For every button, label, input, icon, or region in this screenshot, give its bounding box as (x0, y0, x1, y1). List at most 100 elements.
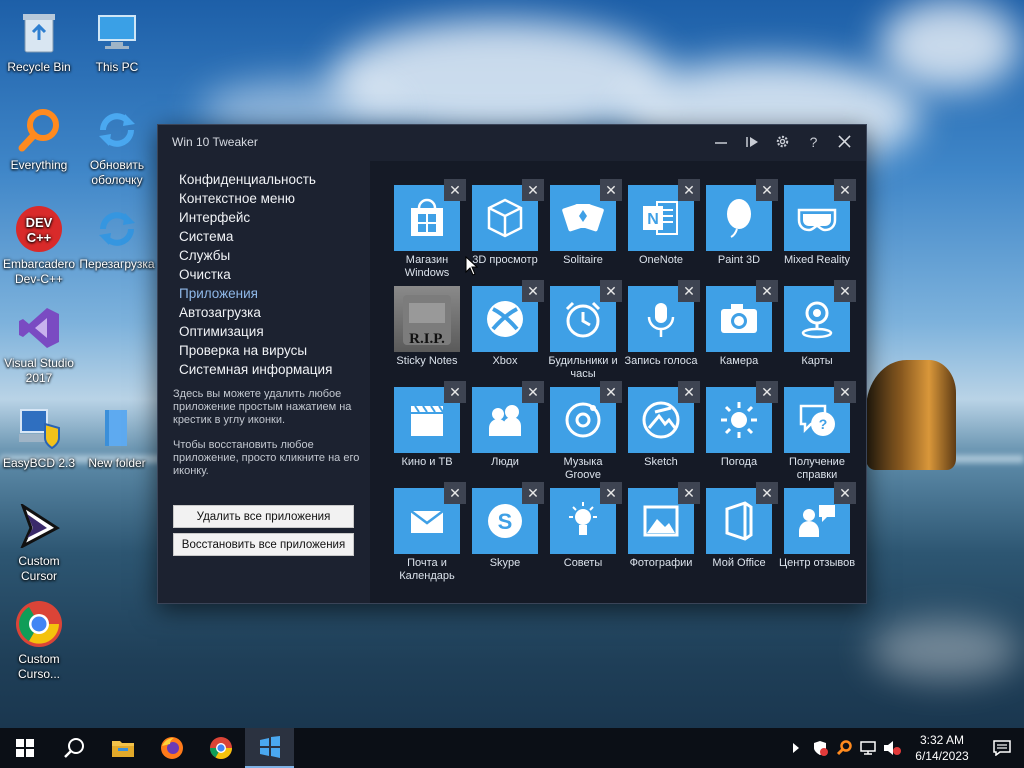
app-tile[interactable]: ✕ Solitaire (550, 179, 622, 267)
app-tile[interactable]: ✕ Центр отзывов (779, 482, 856, 570)
taskbar-file-explorer[interactable] (98, 728, 147, 768)
app-tile[interactable]: ✕ Музыка Groove (550, 381, 622, 482)
desktop-icon-chrome-custom-cursor[interactable]: Custom Curso... (0, 600, 78, 682)
win10-tweaker-window: Win 10 Tweaker ? Конфиденциальность Конт… (157, 124, 867, 604)
remove-app-button[interactable]: ✕ (834, 482, 856, 504)
sidebar-item-startup[interactable]: Автозагрузка (179, 303, 370, 322)
app-tile[interactable]: ✕ Фотографии (628, 482, 700, 570)
remove-app-button[interactable]: ✕ (600, 381, 622, 403)
desktop-icon-easybcd[interactable]: EasyBCD 2.3 (0, 404, 78, 471)
app-tile[interactable]: ? ✕ Получение справки (784, 381, 856, 482)
remove-app-button[interactable]: ✕ (678, 179, 700, 201)
app-tile[interactable]: ✕ Карты (784, 280, 856, 368)
desktop-icon-custom-cursor[interactable]: Custom Cursor (0, 502, 78, 584)
remove-app-button[interactable]: ✕ (834, 280, 856, 302)
start-button[interactable] (0, 728, 49, 768)
tray-volume-icon[interactable] (880, 728, 904, 768)
desktop-icon-this-pc[interactable]: This PC (78, 8, 156, 75)
action-center-button[interactable] (980, 728, 1024, 768)
app-tile[interactable]: ✕ Люди (472, 381, 544, 469)
desktop-icon-refresh-shell[interactable]: Обновить оболочку (78, 106, 156, 188)
app-tile[interactable]: ✕ Камера (706, 280, 778, 368)
mixed-reality-icon (797, 208, 837, 232)
app-tile[interactable]: ✕ Paint 3D (706, 179, 778, 267)
sidebar-item-privacy[interactable]: Конфиденциальность (179, 170, 370, 189)
sidebar-item-interface[interactable]: Интерфейс (179, 208, 370, 227)
remove-app-button[interactable]: ✕ (444, 482, 466, 504)
chrome-icon (209, 737, 232, 759)
app-tile[interactable]: ✕ Запись голоса (624, 280, 700, 368)
remove-app-button[interactable]: ✕ (522, 482, 544, 504)
sidebar-item-system-info[interactable]: Системная информация (179, 360, 370, 379)
app-tile[interactable]: ✕ Погода (706, 381, 778, 469)
sidebar-item-context-menu[interactable]: Контекстное меню (179, 189, 370, 208)
tray-everything-icon[interactable] (832, 728, 856, 768)
desktop-icon-devcpp[interactable]: DEV C++ Embarcadero Dev-C++ (0, 205, 78, 287)
app-tile[interactable]: ✕ Почта и Календарь (394, 482, 466, 583)
desktop-icon-visual-studio[interactable]: Visual Studio 2017 (0, 304, 78, 386)
remove-app-button[interactable]: ✕ (756, 179, 778, 201)
app-tile-removed[interactable]: R.I.P. Sticky Notes (394, 286, 460, 368)
remove-app-button[interactable]: ✕ (756, 280, 778, 302)
app-tile-face[interactable]: R.I.P. (394, 286, 460, 352)
svg-text:?: ? (819, 416, 828, 432)
remove-app-button[interactable]: ✕ (834, 179, 856, 201)
photos-icon (643, 505, 679, 537)
remove-all-apps-button[interactable]: Удалить все приложения (173, 505, 354, 528)
app-tile[interactable]: ✕ Xbox (472, 280, 544, 368)
sidebar-item-virus-scan[interactable]: Проверка на вирусы (179, 341, 370, 360)
easybcd-icon (15, 404, 63, 452)
show-hidden-icons-button[interactable] (784, 728, 808, 768)
app-tile[interactable]: ✕ Мой Office (706, 482, 778, 570)
sidebar-item-system[interactable]: Система (179, 227, 370, 246)
tray-network-icon[interactable] (856, 728, 880, 768)
mouse-pointer-icon (465, 256, 479, 276)
app-tile[interactable]: ✕ Кино и ТВ (394, 381, 466, 469)
app-tile[interactable]: S ✕ Skype (472, 482, 544, 570)
remove-app-button[interactable]: ✕ (678, 280, 700, 302)
remove-app-button[interactable]: ✕ (600, 280, 622, 302)
sidebar-item-services[interactable]: Службы (179, 246, 370, 265)
taskbar-search-button[interactable] (49, 728, 98, 768)
remove-app-button[interactable]: ✕ (834, 381, 856, 403)
help-button[interactable]: ? (798, 125, 829, 158)
app-tile[interactable]: ✕ Mixed Reality (784, 179, 856, 267)
sidebar-item-cleanup[interactable]: Очистка (179, 265, 370, 284)
sidebar-item-optimization[interactable]: Оптимизация (179, 322, 370, 341)
remove-app-button[interactable]: ✕ (522, 381, 544, 403)
app-tile[interactable]: ✕ 3D просмотр (472, 179, 544, 267)
remove-app-button[interactable]: ✕ (522, 179, 544, 201)
desktop-icon-everything[interactable]: Everything (0, 106, 78, 173)
about-button[interactable] (736, 125, 767, 158)
remove-app-button[interactable]: ✕ (756, 482, 778, 504)
taskbar-win10-tweaker[interactable] (245, 728, 294, 768)
remove-app-button[interactable]: ✕ (522, 280, 544, 302)
restore-all-apps-button[interactable]: Восстановить все приложения (173, 533, 354, 556)
sidebar-item-apps[interactable]: Приложения (179, 284, 370, 303)
remove-app-button[interactable]: ✕ (756, 381, 778, 403)
office-icon (725, 501, 753, 541)
close-button[interactable] (829, 125, 860, 158)
app-tile[interactable]: N ✕ OneNote (628, 179, 700, 267)
remove-app-button[interactable]: ✕ (600, 179, 622, 201)
remove-app-button[interactable]: ✕ (444, 179, 466, 201)
taskbar-chrome[interactable] (196, 728, 245, 768)
remove-app-button[interactable]: ✕ (600, 482, 622, 504)
remove-app-button[interactable]: ✕ (444, 381, 466, 403)
minimize-button[interactable] (705, 125, 736, 158)
clock-time: 3:32 AM (919, 733, 965, 747)
tray-security-icon[interactable] (808, 728, 832, 768)
app-tile[interactable]: ✕ Будильники и часы (548, 280, 622, 381)
app-tile[interactable]: ✕ Магазин Windows (394, 179, 466, 280)
app-tile[interactable]: ✕ Sketch (628, 381, 700, 469)
taskbar-firefox[interactable] (147, 728, 196, 768)
desktop-icon-new-folder[interactable]: New folder (78, 404, 156, 471)
remove-app-button[interactable]: ✕ (678, 381, 700, 403)
remove-app-button[interactable]: ✕ (678, 482, 700, 504)
desktop-icon-recycle-bin[interactable]: Recycle Bin (0, 8, 78, 75)
desktop-icon-reboot[interactable]: Перезагрузка (78, 205, 156, 272)
settings-button[interactable] (767, 125, 798, 158)
title-bar[interactable]: Win 10 Tweaker ? (158, 125, 866, 158)
taskbar-clock[interactable]: 3:32 AM 6/14/2023 (904, 732, 980, 764)
app-tile[interactable]: ✕ Советы (550, 482, 622, 570)
